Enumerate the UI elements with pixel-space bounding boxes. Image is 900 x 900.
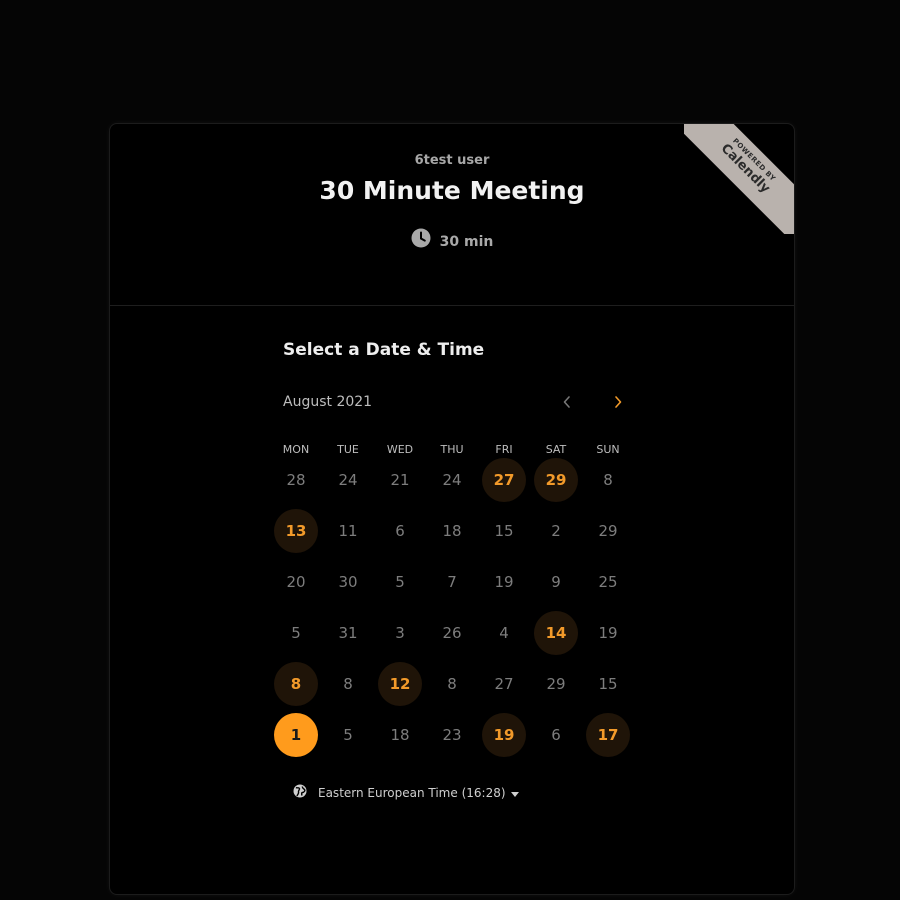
weekday-header: MON TUE WED THU FRI SAT SUN	[270, 443, 634, 457]
section-title: Select a Date & Time	[283, 340, 485, 360]
calendar-day: 26	[442, 624, 462, 642]
calendar-day: 24	[442, 471, 462, 489]
calendar-day: 6	[551, 726, 561, 744]
calendar-day: 31	[338, 624, 358, 642]
calendar-day: 29	[546, 675, 566, 693]
selected-day-button[interactable]: 1	[274, 713, 318, 757]
calendar-day: 8	[447, 675, 457, 693]
timezone-selector[interactable]: Eastern European Time (16:28)	[293, 784, 519, 801]
chevron-left-icon	[563, 396, 570, 408]
available-day-button[interactable]: 29	[534, 458, 578, 502]
weekday-tue: TUE	[337, 443, 359, 456]
duration-label: 30 min	[439, 234, 494, 250]
calendar-day: 5	[343, 726, 353, 744]
weekday-fri: FRI	[495, 443, 513, 456]
event-owner: 6test user	[414, 153, 490, 168]
event-duration: 30 min	[110, 228, 794, 254]
calendar-day: 8	[343, 675, 353, 693]
calendar-day: 8	[603, 471, 613, 489]
calendar-day: 30	[338, 573, 358, 591]
available-day-button[interactable]: 27	[482, 458, 526, 502]
weekday-thu: THU	[440, 443, 464, 456]
calendar-day: 29	[598, 522, 618, 540]
calendar-day: 20	[286, 573, 306, 591]
calendar-day: 2	[551, 522, 561, 540]
weekday-sat: SAT	[545, 443, 567, 456]
event-header: 6test user 30 Minute Meeting 30 min	[110, 124, 794, 306]
calendar-day: 3	[395, 624, 405, 642]
calendar-day: 25	[598, 573, 618, 591]
calendar-day: 6	[395, 522, 405, 540]
weekday-mon: MON	[282, 443, 310, 456]
clock-icon	[411, 228, 431, 252]
event-title: 30 Minute Meeting	[319, 176, 585, 205]
calendar-day: 5	[395, 573, 405, 591]
calendar-grid: 28 24 21 24 27 29 8 13 11 6 18 15 2 29 20 30 5 7 19 9 25 5 31 3…	[270, 458, 634, 764]
calendar-day: 9	[551, 573, 561, 591]
available-day-button[interactable]: 19	[482, 713, 526, 757]
available-day-button[interactable]: 13	[274, 509, 318, 553]
calendar-day: 4	[499, 624, 509, 642]
chevron-right-icon	[615, 396, 622, 408]
calendar-day: 19	[494, 573, 514, 591]
calendar-day: 11	[338, 522, 358, 540]
previous-month-button[interactable]	[554, 389, 580, 415]
calendar-day: 5	[291, 624, 301, 642]
booking-card: POWERED BY Calendly 6test user 30 Minute…	[109, 123, 795, 895]
available-day-button[interactable]: 12	[378, 662, 422, 706]
calendar-day: 23	[442, 726, 462, 744]
timezone-label: Eastern European Time (16:28)	[318, 785, 506, 800]
calendar-day: 15	[598, 675, 618, 693]
caret-down-icon	[510, 786, 519, 800]
available-day-button[interactable]: 14	[534, 611, 578, 655]
calendar-day: 27	[494, 675, 514, 693]
weekday-wed: WED	[386, 443, 414, 456]
calendar-day: 7	[447, 573, 457, 591]
calendar-day: 18	[442, 522, 462, 540]
month-label: August 2021	[283, 394, 373, 410]
calendar-day: 21	[390, 471, 410, 489]
globe-icon	[293, 784, 307, 801]
calendar-day: 19	[598, 624, 618, 642]
calendar-day: 28	[286, 471, 306, 489]
available-day-button[interactable]: 8	[274, 662, 318, 706]
available-day-button[interactable]: 17	[586, 713, 630, 757]
weekday-sun: SUN	[596, 443, 620, 456]
calendar-day: 15	[494, 522, 514, 540]
calendar-day: 24	[338, 471, 358, 489]
calendar-day: 18	[390, 726, 410, 744]
next-month-button[interactable]	[605, 389, 631, 415]
